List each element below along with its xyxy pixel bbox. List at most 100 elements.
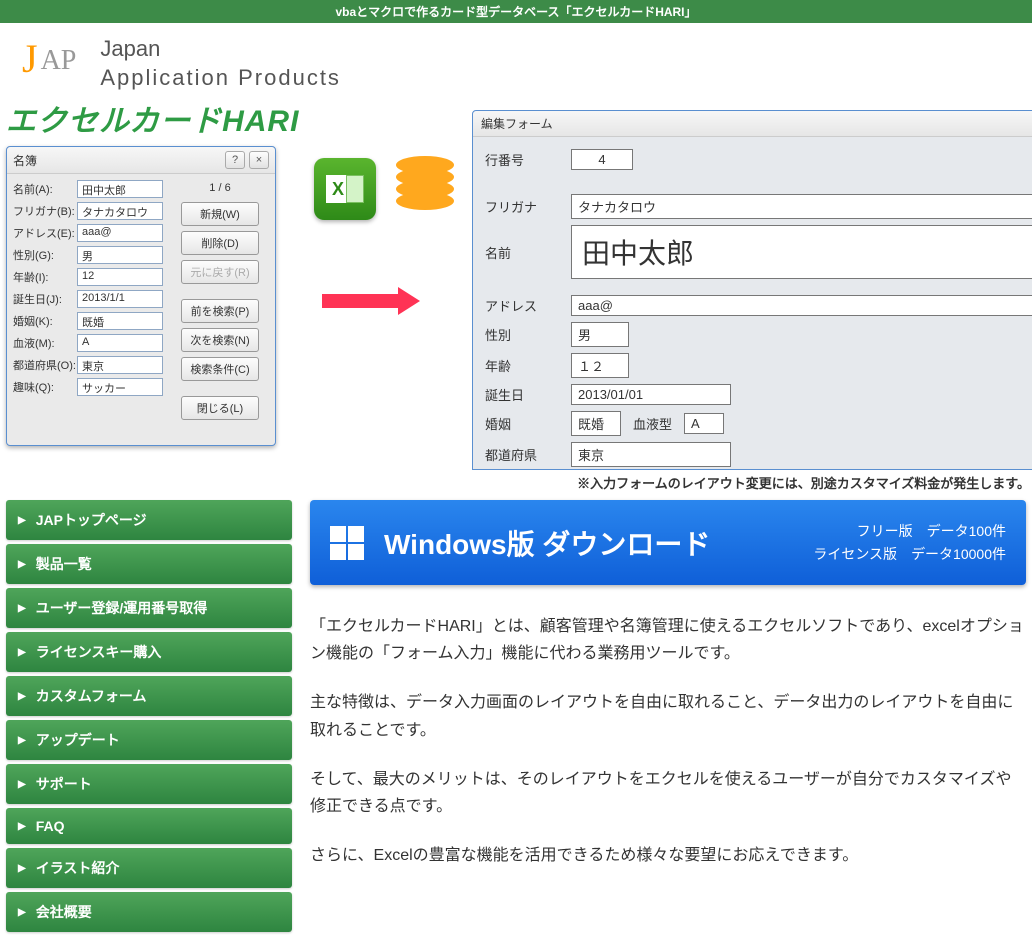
dlg-input-1[interactable]: タナカタロウ [77,202,163,220]
delete-button[interactable]: 削除(D) [181,231,259,255]
dlg-label-5: 誕生日(J): [13,291,77,307]
dl-license-limit: データ10000件 [911,546,1006,562]
dlg-label-4: 年齢(I): [13,269,77,285]
dlg-label-6: 婚姻(K): [13,313,77,329]
dlg-input-9[interactable]: サッカー [77,378,163,396]
nav-item-6[interactable]: ▶ サポート [6,764,292,804]
birthday-input[interactable]: 2013/01/01 [571,384,731,405]
nav-item-4[interactable]: ▶ カスタムフォーム [6,676,292,716]
nav-item-0[interactable]: ▶ JAPトップページ [6,500,292,540]
chevron-right-icon: ▶ [18,515,26,526]
dlg-label-3: 性別(G): [13,247,77,263]
edit-form: 編集フォーム 行番号 4 フリガナ タナカタロウ 名前 田中太郎 アドレス [472,110,1032,470]
dlg-input-4[interactable]: 12 [77,268,163,286]
nav-item-7[interactable]: ▶ FAQ [6,808,292,844]
address-label: アドレス [485,296,571,315]
age-input[interactable]: １２ [571,353,629,378]
dlg-input-8[interactable]: 東京 [77,356,163,374]
next-button[interactable]: 次を検索(N) [181,328,259,352]
nav-label-0: JAPトップページ [36,510,147,530]
dlg-label-2: アドレス(E): [13,225,77,241]
logo-line1: Japan [100,35,341,64]
blood-input[interactable]: A [684,413,724,434]
paragraph-3: さらに、Excelの豊富な機能を活用できるため様々な要望にお応えできます。 [310,842,1026,869]
dialog-help-button[interactable]: ? [225,151,245,169]
dlg-label-1: フリガナ(B): [13,203,77,219]
rownum-value[interactable]: 4 [571,149,633,170]
sidebar: ▶JAPトップページ▶製品一覧▶ユーザー登録/運用番号取得▶ライセンスキー購入▶… [6,500,292,936]
dlg-label-8: 都道府県(O): [13,357,77,373]
chevron-right-icon: ▶ [18,603,26,614]
pref-input[interactable]: 東京 [571,442,731,467]
nav-item-3[interactable]: ▶ライセンスキー購入 [6,632,292,672]
undo-button[interactable]: 元に戻す(R) [181,260,259,284]
dialog-titlebar: 名簿 ? × [7,147,275,174]
nav-label-6: サポート [36,774,92,794]
dialog-counter: 1 / 6 [171,182,269,194]
nav-item-1[interactable]: ▶製品一覧 [6,544,292,584]
dlg-input-0[interactable]: 田中太郎 [77,180,163,198]
paragraph-1: 主な特徴は、データ入力画面のレイアウトを自由に取れること、データ出力のレイアウト… [310,689,1026,743]
dlg-input-6[interactable]: 既婚 [77,312,163,330]
nav-label-8: イラスト紹介 [36,858,120,878]
logo-ap: AP [41,45,77,77]
dialog-title: 名簿 [13,152,221,169]
marriage-input[interactable]: 既婚 [571,411,621,436]
nav-label-4: カスタムフォーム [36,686,147,706]
chevron-right-icon: ▶ [18,691,26,702]
dialog-close-button[interactable]: × [249,151,269,169]
database-icon [396,156,454,204]
dl-free-limit: データ100件 [927,523,1006,539]
nav-label-7: FAQ [36,818,65,834]
furigana-label: フリガナ [485,197,571,216]
paragraph-2: そして、最大のメリットは、そのレイアウトをエクセルを使えるユーザーが自分でカスタ… [310,766,1026,820]
nav-label-2: ユーザー登録/運用番号取得 [36,598,208,618]
chevron-right-icon: ▶ [18,735,26,746]
dlg-input-5[interactable]: 2013/1/1 [77,290,163,308]
criteria-button[interactable]: 検索条件(C) [181,357,259,381]
name-label: 名前 [485,243,571,262]
nav-item-8[interactable]: ▶ イラスト紹介 [6,848,292,888]
meibo-dialog: 名簿 ? × 名前(A):田中太郎フリガナ(B):タナカタロウアドレス(E):a… [6,146,276,446]
chevron-right-icon: ▶ [18,821,26,832]
prev-button[interactable]: 前を検索(P) [181,299,259,323]
layout-note: ※入力フォームのレイアウト変更には、別途カスタマイズ料金が発生します。 [577,473,1030,492]
nav-label-3: ライセンスキー購入 [36,642,162,662]
dlg-input-2[interactable]: aaa@ [77,224,163,242]
dlg-input-3[interactable]: 男 [77,246,163,264]
nav-label-9: 会社概要 [36,902,92,922]
chevron-right-icon: ▶ [18,779,26,790]
body-text: 「エクセルカードHARI」とは、顧客管理や名簿管理に使えるエクセルソフトであり、… [310,613,1026,869]
chevron-right-icon: ▶ [18,559,26,570]
chevron-right-icon: ▶ [18,907,26,918]
download-button[interactable]: Windows版 ダウンロード フリー版 データ100件 ライセンス版 データ1… [310,500,1026,585]
nav-item-2[interactable]: ▶ ユーザー登録/運用番号取得 [6,588,292,628]
download-details: フリー版 データ100件 ライセンス版 データ10000件 [813,520,1006,565]
hero-area: 名簿 ? × 名前(A):田中太郎フリガナ(B):タナカタロウアドレス(E):a… [6,146,1026,492]
content: Windows版 ダウンロード フリー版 データ100件 ライセンス版 データ1… [310,500,1026,936]
edit-form-title: 編集フォーム [473,111,1032,137]
age-label: 年齢 [485,356,571,375]
nav-item-9[interactable]: ▶ 会社概要 [6,892,292,932]
furigana-input[interactable]: タナカタロウ [571,194,1032,219]
logo-line2: Application Products [100,64,341,93]
logo-text: Japan Application Products [100,35,341,92]
download-title: Windows版 ダウンロード [384,523,813,563]
arrow-icon [322,294,420,315]
new-button[interactable]: 新規(W) [181,202,259,226]
nav-item-5[interactable]: ▶ アップデート [6,720,292,760]
close-button[interactable]: 閉じる(L) [181,396,259,420]
address-input[interactable]: aaa@ [571,295,1032,316]
dlg-label-9: 趣味(Q): [13,379,77,395]
gender-input[interactable]: 男 [571,322,629,347]
chevron-right-icon: ▶ [18,863,26,874]
pref-label: 都道府県 [485,445,571,464]
marriage-label: 婚姻 [485,414,571,433]
dlg-label-7: 血液(M): [13,335,77,351]
dl-license-label: ライセンス版 [813,546,897,562]
nav-label-5: アップデート [36,730,120,750]
dlg-input-7[interactable]: A [77,334,163,352]
name-input[interactable]: 田中太郎 [571,225,1032,279]
dlg-label-0: 名前(A): [13,181,77,197]
birthday-label: 誕生日 [485,385,571,404]
